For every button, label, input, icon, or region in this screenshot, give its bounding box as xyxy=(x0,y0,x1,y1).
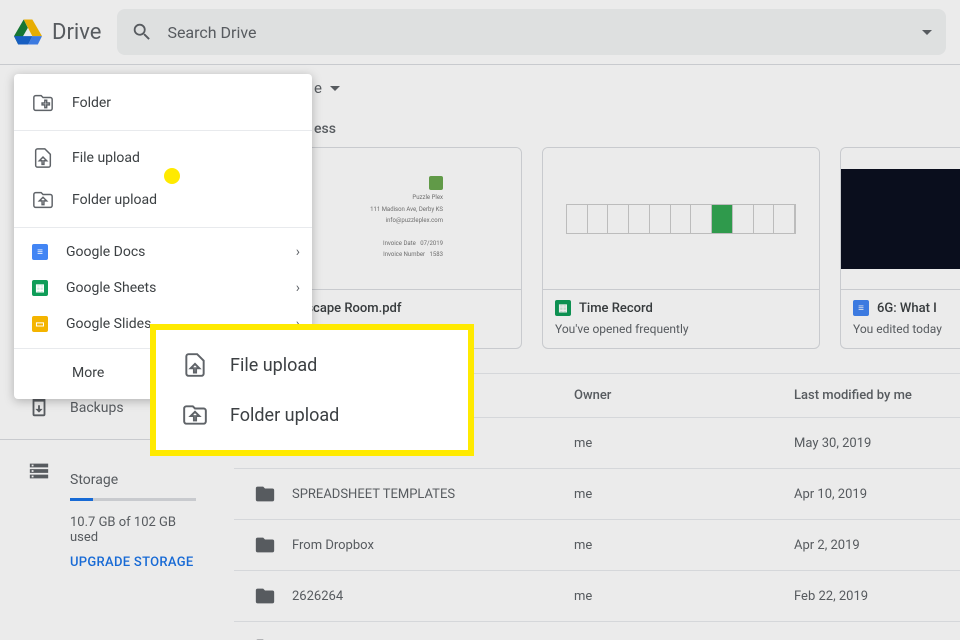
folder-icon xyxy=(254,534,276,556)
file-modified: Apr 2, 2019 xyxy=(794,538,940,553)
card-subtitle: You edited today xyxy=(853,322,948,336)
callout-label: File upload xyxy=(230,355,317,376)
menu-label: Google Docs xyxy=(66,244,145,260)
new-folder-icon xyxy=(32,92,54,114)
breadcrumb-caret-icon xyxy=(330,86,340,91)
sheets-icon: ▦ xyxy=(555,300,571,316)
sheets-icon: ▦ xyxy=(32,280,48,296)
menu-label: Google Sheets xyxy=(66,280,156,296)
drive-logo-icon xyxy=(14,18,42,46)
file-name: From Dropbox xyxy=(292,538,374,553)
file-name: 2626264 xyxy=(292,589,343,604)
menu-item-folder-upload[interactable]: Folder upload xyxy=(14,179,312,221)
menu-item-file-upload[interactable]: File upload xyxy=(14,137,312,179)
chevron-right-icon: › xyxy=(296,280,300,296)
folder-upload-icon xyxy=(182,402,208,428)
breadcrumb-current: e xyxy=(314,79,322,97)
quick-access-row: Puzzle Plex111 Madison Ave, Derby KSinfo… xyxy=(234,147,960,349)
table-row[interactable]: SPREADSHEET TEMPLATES me Apr 10, 2019 xyxy=(234,468,960,519)
folder-upload-icon xyxy=(32,189,54,211)
chevron-right-icon: › xyxy=(296,244,300,260)
storage-used-text: 10.7 GB of 102 GB used xyxy=(70,515,196,545)
quick-access-card[interactable]: ≡ 6G: What I You edited today xyxy=(840,147,960,349)
folder-icon xyxy=(254,585,276,607)
file-owner: me xyxy=(574,487,794,502)
file-modified: Apr 10, 2019 xyxy=(794,487,940,502)
file-modified: Feb 22, 2019 xyxy=(794,589,940,604)
file-name: SPREADSHEET TEMPLATES xyxy=(292,487,455,502)
search-placeholder: Search Drive xyxy=(167,23,908,42)
menu-item-google-sheets[interactable]: ▦ Google Sheets › xyxy=(14,270,312,306)
card-subtitle: You've opened frequently xyxy=(555,322,807,336)
file-owner: me xyxy=(574,436,794,451)
storage-label: Storage xyxy=(70,472,196,488)
folder-icon xyxy=(254,483,276,505)
backups-icon xyxy=(28,397,50,419)
callout-folder-upload[interactable]: Folder upload xyxy=(156,390,468,440)
menu-label: File upload xyxy=(72,150,140,166)
sidebar-label-backups: Backups xyxy=(70,400,124,416)
storage-icon xyxy=(28,460,50,482)
sidebar-item-storage[interactable]: Storage 10.7 GB of 102 GB used UPGRADE S… xyxy=(0,448,224,582)
brand[interactable]: Drive xyxy=(14,18,101,46)
breadcrumb[interactable]: e xyxy=(234,79,960,97)
callout-file-upload[interactable]: File upload xyxy=(156,340,468,390)
card-thumbnail xyxy=(543,148,819,290)
menu-item-folder[interactable]: Folder xyxy=(14,82,312,124)
table-row[interactable]: From Dropbox me Apr 2, 2019 xyxy=(234,519,960,570)
file-owner: me xyxy=(574,589,794,604)
menu-label: More xyxy=(72,365,104,381)
storage-bar xyxy=(70,498,196,501)
table-row[interactable]: OTT Work me Feb 12, 2019 xyxy=(234,621,960,640)
file-owner: me xyxy=(574,538,794,553)
search-icon xyxy=(131,21,153,43)
menu-label: Folder xyxy=(72,95,111,111)
folder-icon xyxy=(254,636,276,640)
search-bar[interactable]: Search Drive xyxy=(117,9,946,55)
table-row[interactable]: 2626264 me Feb 22, 2019 xyxy=(234,570,960,621)
callout-label: Folder upload xyxy=(230,405,339,426)
file-upload-icon xyxy=(32,147,54,169)
quick-access-heading: ess xyxy=(234,97,960,147)
col-modified-header[interactable]: Last modified by me xyxy=(794,388,940,403)
card-thumbnail xyxy=(841,148,960,290)
menu-item-google-docs[interactable]: ≡ Google Docs › xyxy=(14,234,312,270)
docs-icon: ≡ xyxy=(32,244,48,260)
menu-label: Google Slides xyxy=(66,316,151,332)
quick-access-card[interactable]: ▦ Time Record You've opened frequently xyxy=(542,147,820,349)
docs-icon: ≡ xyxy=(853,300,869,316)
search-options-caret-icon[interactable] xyxy=(922,30,932,35)
upgrade-storage-link[interactable]: UPGRADE STORAGE xyxy=(70,555,196,570)
card-title: Time Record xyxy=(579,301,653,316)
menu-label: Folder upload xyxy=(72,192,157,208)
annotation-dot xyxy=(164,168,180,184)
app-header: Drive Search Drive xyxy=(0,0,960,64)
file-upload-icon xyxy=(182,352,208,378)
annotation-callout: File upload Folder upload xyxy=(150,324,474,456)
slides-icon: ▭ xyxy=(32,316,48,332)
file-modified: May 30, 2019 xyxy=(794,436,940,451)
brand-name: Drive xyxy=(52,20,101,45)
col-owner-header[interactable]: Owner xyxy=(574,388,794,403)
card-title: 6G: What I xyxy=(877,301,937,316)
